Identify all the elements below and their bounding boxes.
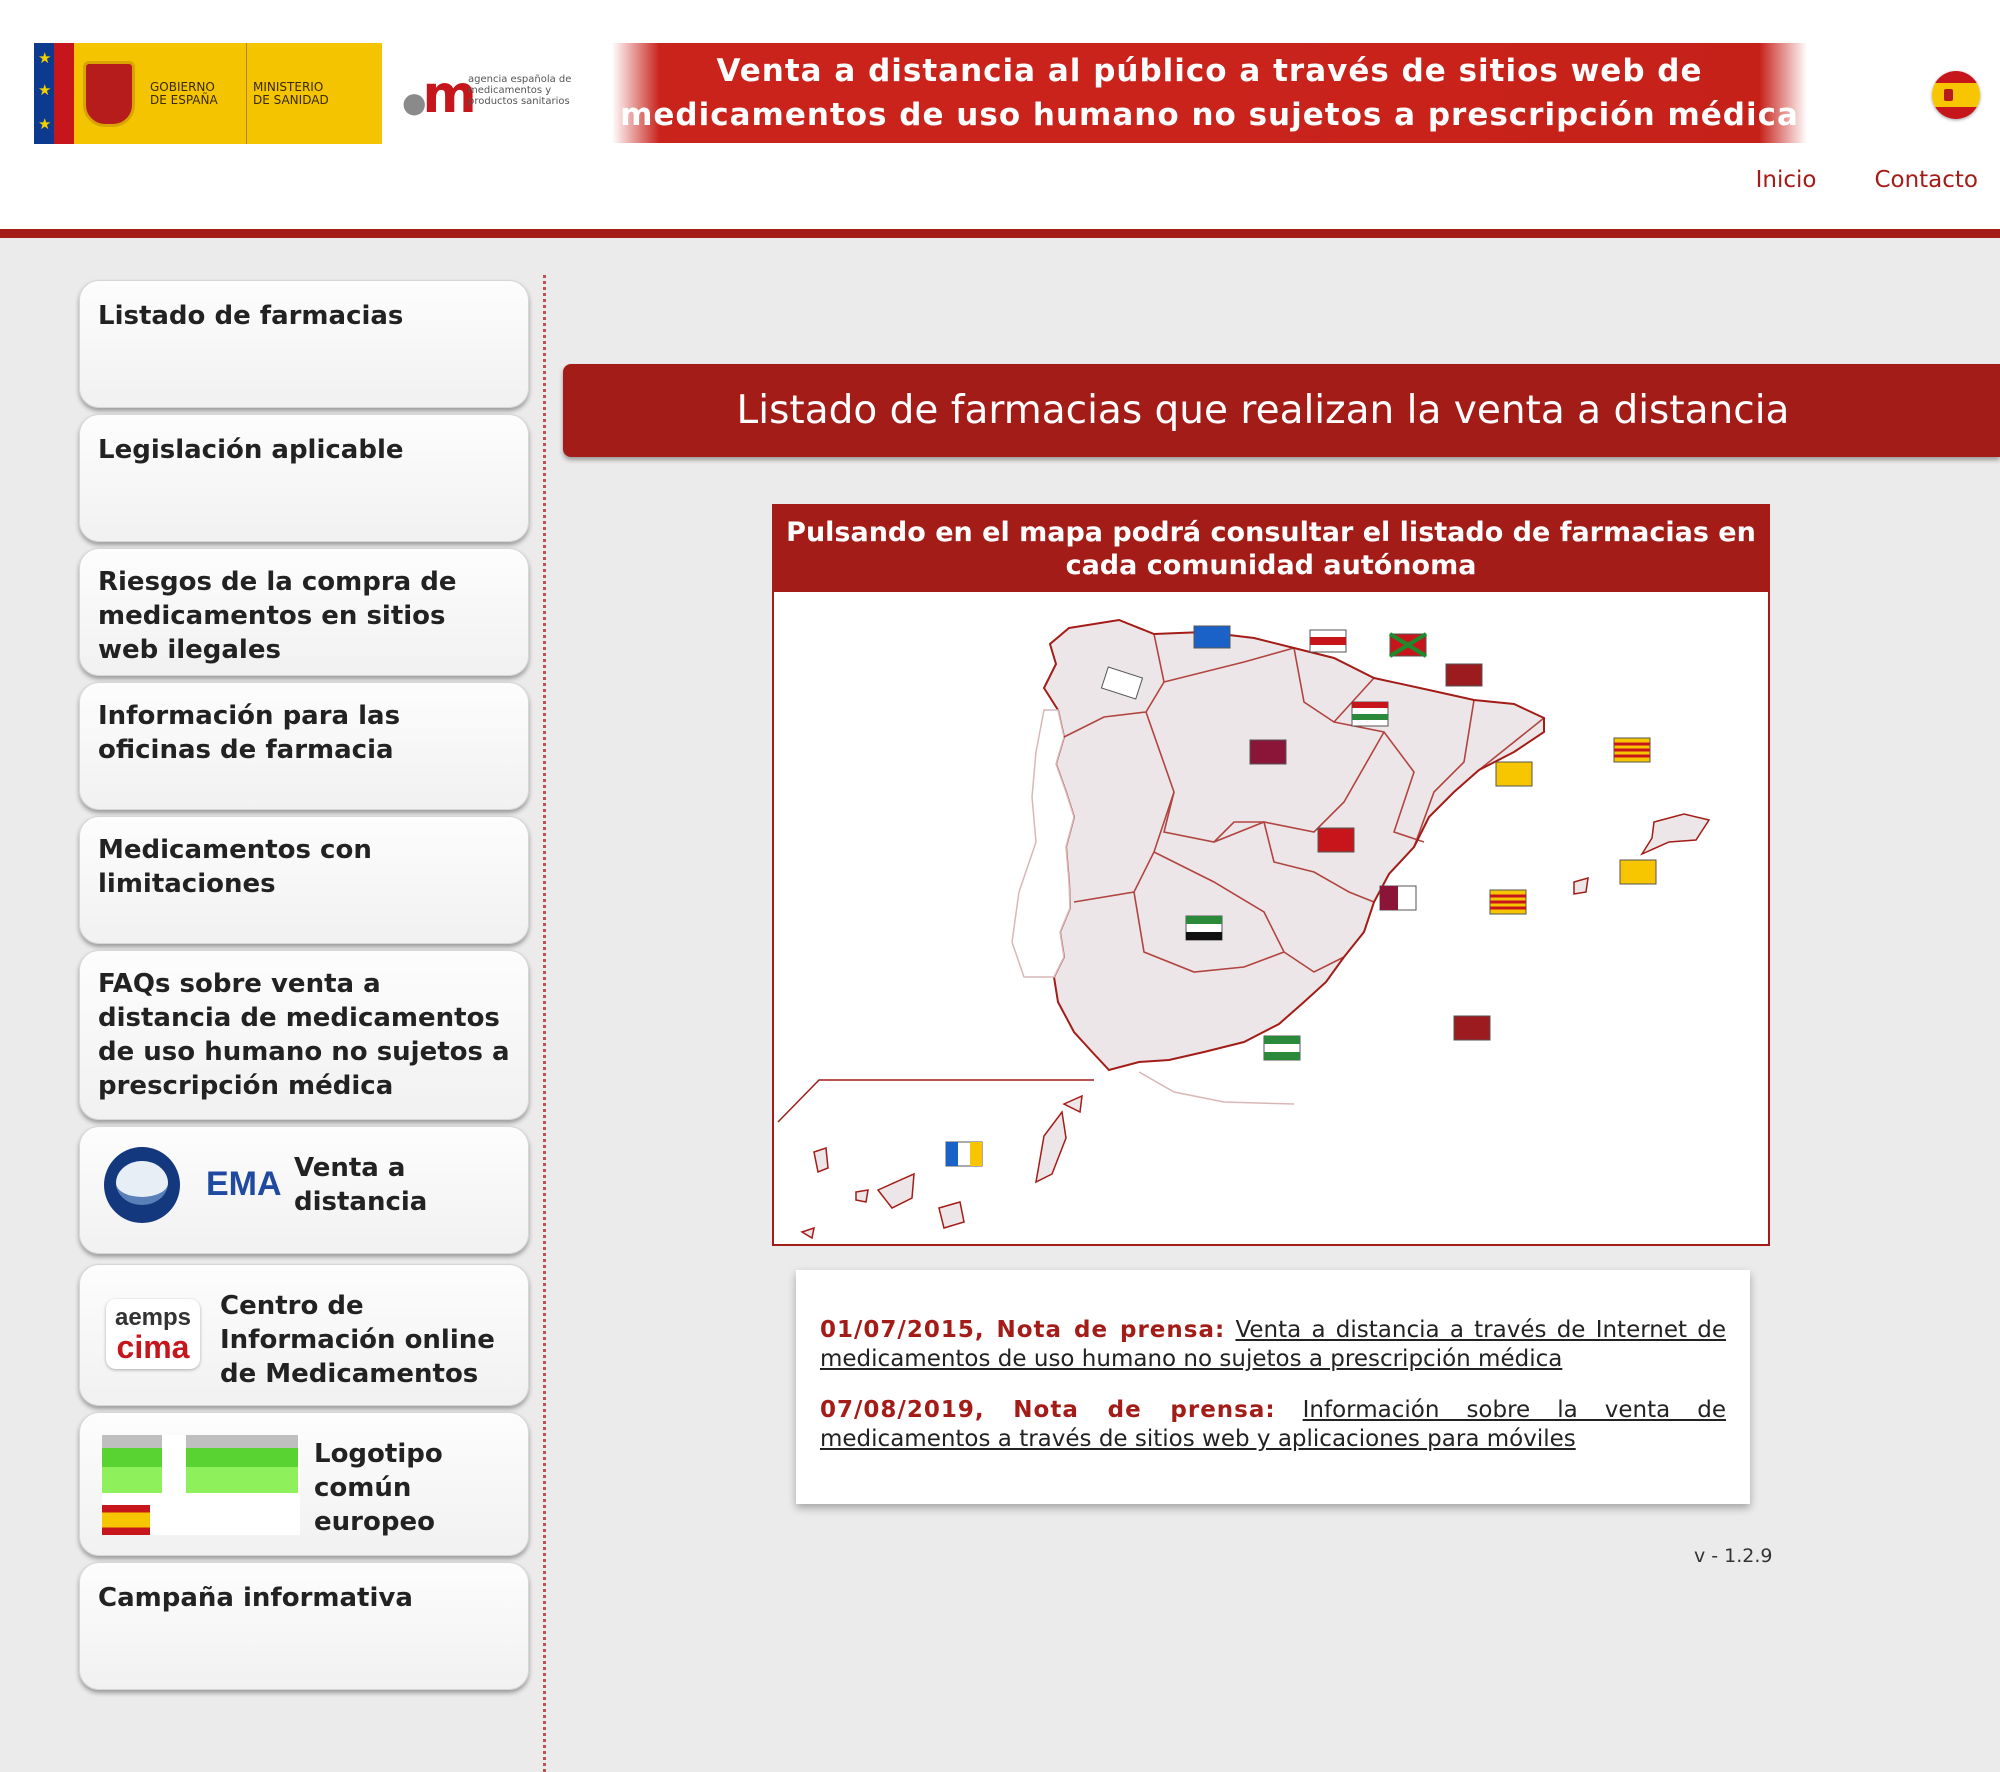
news-panel: 01/07/2015, Nota de prensa: Venta a dist… [796, 1270, 1750, 1504]
news-date: 07/08/2019, Nota de prensa: [820, 1397, 1276, 1423]
ibiza-shape [1573, 876, 1589, 895]
aemps-logo-text: agencia española de medicamentos y produ… [468, 74, 572, 107]
flag-aragon-icon[interactable] [1495, 761, 1533, 787]
flag-baleares-icon[interactable] [1619, 859, 1657, 885]
news-item: 07/08/2019, Nota de prensa: Información … [820, 1396, 1726, 1454]
sidebar-item-riesgos[interactable]: Riesgos de la compra de medicamentos en … [79, 548, 529, 676]
sidebar-item-cima[interactable]: aemps cima Centro de Información online … [79, 1264, 529, 1406]
flag-asturias-icon[interactable] [1193, 625, 1231, 649]
sidebar-item-label: Medicamentos con limitaciones [98, 835, 372, 899]
sidebar-item-label: Logotipo común europeo [314, 1439, 443, 1537]
ema-logo-icon [104, 1147, 180, 1223]
flag-navarra-icon[interactable] [1445, 663, 1483, 687]
version-label: v - 1.2.9 [1694, 1545, 1773, 1567]
flag-murcia-icon[interactable] [1453, 1015, 1491, 1041]
site-banner: Venta a distancia al público a través de… [612, 43, 1807, 143]
sidebar-item-logotipo-europeo[interactable]: Logotipo común europeo [79, 1412, 529, 1556]
africa-coast [1138, 1071, 1295, 1105]
spain-flag-icon[interactable] [1932, 71, 1980, 119]
sidebar-item-listado-farmacias[interactable]: Listado de farmacias [79, 280, 529, 408]
banner-line2: medicamentos de uso humano no sujetos a … [620, 97, 1799, 133]
page-title: Listado de farmacias que realizan la ven… [736, 388, 1790, 433]
site-header: ★ ★ ★ GOBIERNO DE ESPAÑA MINISTERIO DE S… [0, 0, 2000, 229]
cima-logo-icon: aemps cima [106, 1299, 200, 1369]
canarias-inset-border [777, 1079, 1094, 1123]
page-title-bar: Listado de farmacias que realizan la ven… [563, 364, 2000, 457]
top-nav: Inicio Contacto [1756, 167, 1978, 193]
sidebar-item-label: FAQs sobre venta a distancia de medicame… [98, 969, 510, 1101]
sidebar-item-label: Riesgos de la compra de medicamentos en … [98, 567, 457, 665]
news-date: 01/07/2015, Nota de prensa: [820, 1317, 1226, 1343]
spain-regions-map[interactable] [774, 592, 1768, 1244]
cima-logo-bottom: cima [116, 1329, 190, 1365]
sidebar-item-campana[interactable]: Campaña informativa [79, 1562, 529, 1690]
sidebar-item-label: Listado de farmacias [98, 301, 404, 331]
baleares-shape[interactable] [1640, 813, 1711, 856]
gov-logo-line2: MINISTERIO DE SANIDAD [253, 80, 329, 107]
sidebar-item-faqs[interactable]: FAQs sobre venta a distancia de medicame… [79, 950, 529, 1120]
nav-inicio-link[interactable]: Inicio [1756, 167, 1817, 193]
header-divider [0, 229, 2000, 238]
map-panel: Pulsando en el mapa podrá consultar el l… [772, 504, 1770, 1246]
sidebar-item-medicamentos-limitaciones[interactable]: Medicamentos con limitaciones [79, 816, 529, 944]
banner-line1: Venta a distancia al público a través de… [716, 53, 1703, 89]
aemps-logo[interactable]: ●m agencia española de medicamentos y pr… [402, 69, 602, 121]
flag-madrid-icon[interactable] [1317, 827, 1355, 853]
map-caption: Pulsando en el mapa podrá consultar el l… [774, 506, 1768, 592]
sidebar-item-label: Venta a distancia [294, 1153, 428, 1217]
coat-of-arms-icon [74, 43, 144, 144]
aemps-logo-icon: ●m [402, 65, 477, 125]
eu-common-logo-icon [102, 1435, 300, 1535]
sidebar-item-label: Información para las oficinas de farmaci… [98, 701, 401, 765]
news-item: 01/07/2015, Nota de prensa: Venta a dist… [820, 1316, 1726, 1374]
sidebar-item-ema[interactable]: EMA Venta a distancia [79, 1126, 529, 1254]
sidebar-item-label: Campaña informativa [98, 1583, 413, 1613]
sidebar-item-label: Centro de Información online de Medicame… [220, 1291, 495, 1389]
flag-castilla-leon-icon[interactable] [1249, 739, 1287, 765]
ema-logo-text: EMA [206, 1165, 282, 1203]
cima-logo-top: aemps [114, 1304, 192, 1331]
eu-flag-icon: ★ ★ ★ [34, 43, 74, 144]
sidebar-item-oficinas-farmacia[interactable]: Información para las oficinas de farmaci… [79, 682, 529, 810]
gov-logo-line1: GOBIERNO DE ESPAÑA [144, 43, 247, 144]
sidebar-item-legislacion[interactable]: Legislación aplicable [79, 414, 529, 542]
canarias-shape[interactable] [800, 1094, 1083, 1240]
sidebar-item-label: Legislación aplicable [98, 435, 404, 465]
sidebar-divider [543, 275, 546, 1772]
nav-contacto-link[interactable]: Contacto [1874, 167, 1978, 193]
government-logo[interactable]: ★ ★ ★ GOBIERNO DE ESPAÑA MINISTERIO DE S… [34, 43, 382, 144]
